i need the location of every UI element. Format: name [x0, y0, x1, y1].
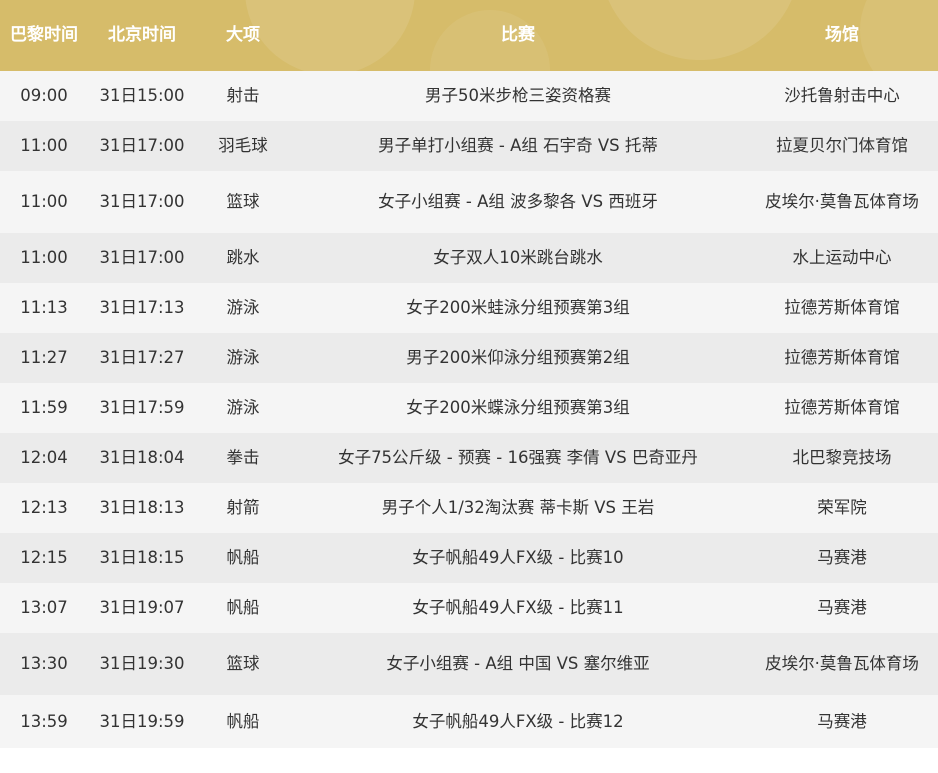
venue-cell: 马赛港: [817, 548, 867, 568]
event-cell: 男子200米仰泳分组预赛第2组: [406, 348, 630, 368]
venue-cell: 拉德芳斯体育馆: [784, 298, 900, 318]
beijing-time-cell: 31日17:00: [99, 136, 185, 156]
event-cell: 女子双人10米跳台跳水: [433, 248, 603, 268]
venue-cell: 拉夏贝尔门体育馆: [776, 136, 908, 156]
paris-time-cell: 09:00: [20, 86, 68, 106]
beijing-time-cell: 31日17:00: [99, 192, 185, 212]
event-cell: 女子帆船49人FX级 - 比赛12: [412, 711, 624, 731]
header-row: 巴黎时间 北京时间 大项 比赛 场馆: [0, 0, 938, 71]
table-row: 12:13 31日18:13 射箭 男子个人1/32淘汰赛 蒂卡斯 VS 王岩 …: [0, 483, 938, 533]
table-header: 巴黎时间 北京时间 大项 比赛 场馆: [0, 0, 938, 71]
paris-time-cell: 11:13: [20, 298, 68, 318]
event-cell: 男子单打小组赛 - A组 石宇奇 VS 托蒂: [378, 136, 658, 156]
schedule-table: 巴黎时间 北京时间 大项 比赛 场馆 09:00 31日15:00 射击 男子5…: [0, 0, 938, 773]
venue-cell: 北巴黎竞技场: [792, 448, 892, 468]
beijing-time-cell: 31日17:27: [99, 348, 185, 368]
beijing-time-cell: 31日19:59: [99, 711, 185, 731]
beijing-time-cell: 31日18:04: [99, 448, 185, 468]
sport-cell: 帆船: [226, 548, 260, 568]
table-row: 13:59 31日19:59 帆船 女子帆船49人FX级 - 比赛12 马赛港: [0, 695, 938, 748]
sport-cell: 游泳: [226, 348, 260, 368]
sport-cell: 篮球: [226, 654, 260, 674]
sport-cell: 帆船: [226, 711, 260, 731]
table-row: 11:00 31日17:00 篮球 女子小组赛 - A组 波多黎各 VS 西班牙…: [0, 171, 938, 233]
event-cell: 男子个人1/32淘汰赛 蒂卡斯 VS 王岩: [381, 498, 655, 518]
beijing-time-cell: 31日18:13: [99, 498, 185, 518]
sport-cell: 羽毛球: [218, 136, 268, 156]
beijing-time-cell: 31日17:00: [99, 248, 185, 268]
table-row: 12:04 31日18:04 拳击 女子75公斤级 - 预赛 - 16强赛 李倩…: [0, 433, 938, 483]
venue-cell: 水上运动中心: [792, 248, 892, 268]
paris-time-cell: 13:30: [20, 654, 68, 674]
paris-time-cell: 12:13: [20, 498, 68, 518]
sport-cell: 跳水: [226, 248, 260, 268]
table-row: 11:13 31日17:13 游泳 女子200米蛙泳分组预赛第3组 拉德芳斯体育…: [0, 283, 938, 333]
table-row: 09:00 31日15:00 射击 男子50米步枪三姿资格赛 沙托鲁射击中心: [0, 71, 938, 121]
beijing-time-cell: 31日19:07: [99, 598, 185, 618]
table-row: 11:27 31日17:27 游泳 男子200米仰泳分组预赛第2组 拉德芳斯体育…: [0, 333, 938, 383]
venue-cell: 沙托鲁射击中心: [784, 86, 900, 106]
table-row: 11:59 31日17:59 游泳 女子200米蝶泳分组预赛第3组 拉德芳斯体育…: [0, 383, 938, 433]
header-sport: 大项: [226, 25, 260, 46]
table-row: 13:30 31日19:30 篮球 女子小组赛 - A组 中国 VS 塞尔维亚 …: [0, 633, 938, 695]
venue-cell: 荣军院: [817, 498, 867, 518]
paris-time-cell: 11:00: [20, 192, 68, 212]
header-venue: 场馆: [825, 25, 859, 46]
event-cell: 女子200米蝶泳分组预赛第3组: [406, 398, 630, 418]
paris-time-cell: 13:07: [20, 598, 68, 618]
header-beijing-time: 北京时间: [108, 25, 176, 46]
header-event: 比赛: [501, 25, 535, 46]
sport-cell: 射击: [226, 86, 260, 106]
table-row: 11:00 31日17:00 羽毛球 男子单打小组赛 - A组 石宇奇 VS 托…: [0, 121, 938, 171]
paris-time-cell: 12:15: [20, 548, 68, 568]
sport-cell: 游泳: [226, 398, 260, 418]
venue-cell: 皮埃尔·莫鲁瓦体育场: [765, 192, 919, 212]
table-row: 13:07 31日19:07 帆船 女子帆船49人FX级 - 比赛11 马赛港: [0, 583, 938, 633]
paris-time-cell: 11:59: [20, 398, 68, 418]
beijing-time-cell: 31日19:30: [99, 654, 185, 674]
header-paris-time: 巴黎时间: [10, 25, 78, 46]
event-cell: 女子小组赛 - A组 波多黎各 VS 西班牙: [378, 192, 658, 212]
beijing-time-cell: 31日15:00: [99, 86, 185, 106]
event-cell: 男子50米步枪三姿资格赛: [425, 86, 611, 106]
paris-time-cell: 11:27: [20, 348, 68, 368]
sport-cell: 射箭: [226, 498, 260, 518]
table-row: 12:15 31日18:15 帆船 女子帆船49人FX级 - 比赛10 马赛港: [0, 533, 938, 583]
sport-cell: 篮球: [226, 192, 260, 212]
venue-cell: 拉德芳斯体育馆: [784, 348, 900, 368]
venue-cell: 拉德芳斯体育馆: [784, 398, 900, 418]
venue-cell: 马赛港: [817, 598, 867, 618]
paris-time-cell: 12:04: [20, 448, 68, 468]
sport-cell: 拳击: [226, 448, 260, 468]
sport-cell: 游泳: [226, 298, 260, 318]
paris-time-cell: 11:00: [20, 136, 68, 156]
venue-cell: 马赛港: [817, 711, 867, 731]
event-cell: 女子帆船49人FX级 - 比赛10: [412, 548, 624, 568]
beijing-time-cell: 31日18:15: [99, 548, 185, 568]
paris-time-cell: 11:00: [20, 248, 68, 268]
table-row: 11:00 31日17:00 跳水 女子双人10米跳台跳水 水上运动中心: [0, 233, 938, 283]
beijing-time-cell: 31日17:59: [99, 398, 185, 418]
beijing-time-cell: 31日17:13: [99, 298, 185, 318]
event-cell: 女子75公斤级 - 预赛 - 16强赛 李倩 VS 巴奇亚丹: [338, 448, 698, 468]
venue-cell: 皮埃尔·莫鲁瓦体育场: [765, 654, 919, 674]
table-body: 09:00 31日15:00 射击 男子50米步枪三姿资格赛 沙托鲁射击中心 1…: [0, 71, 938, 748]
sport-cell: 帆船: [226, 598, 260, 618]
paris-time-cell: 13:59: [20, 711, 68, 731]
event-cell: 女子小组赛 - A组 中国 VS 塞尔维亚: [386, 654, 650, 674]
event-cell: 女子帆船49人FX级 - 比赛11: [412, 598, 624, 618]
event-cell: 女子200米蛙泳分组预赛第3组: [406, 298, 630, 318]
